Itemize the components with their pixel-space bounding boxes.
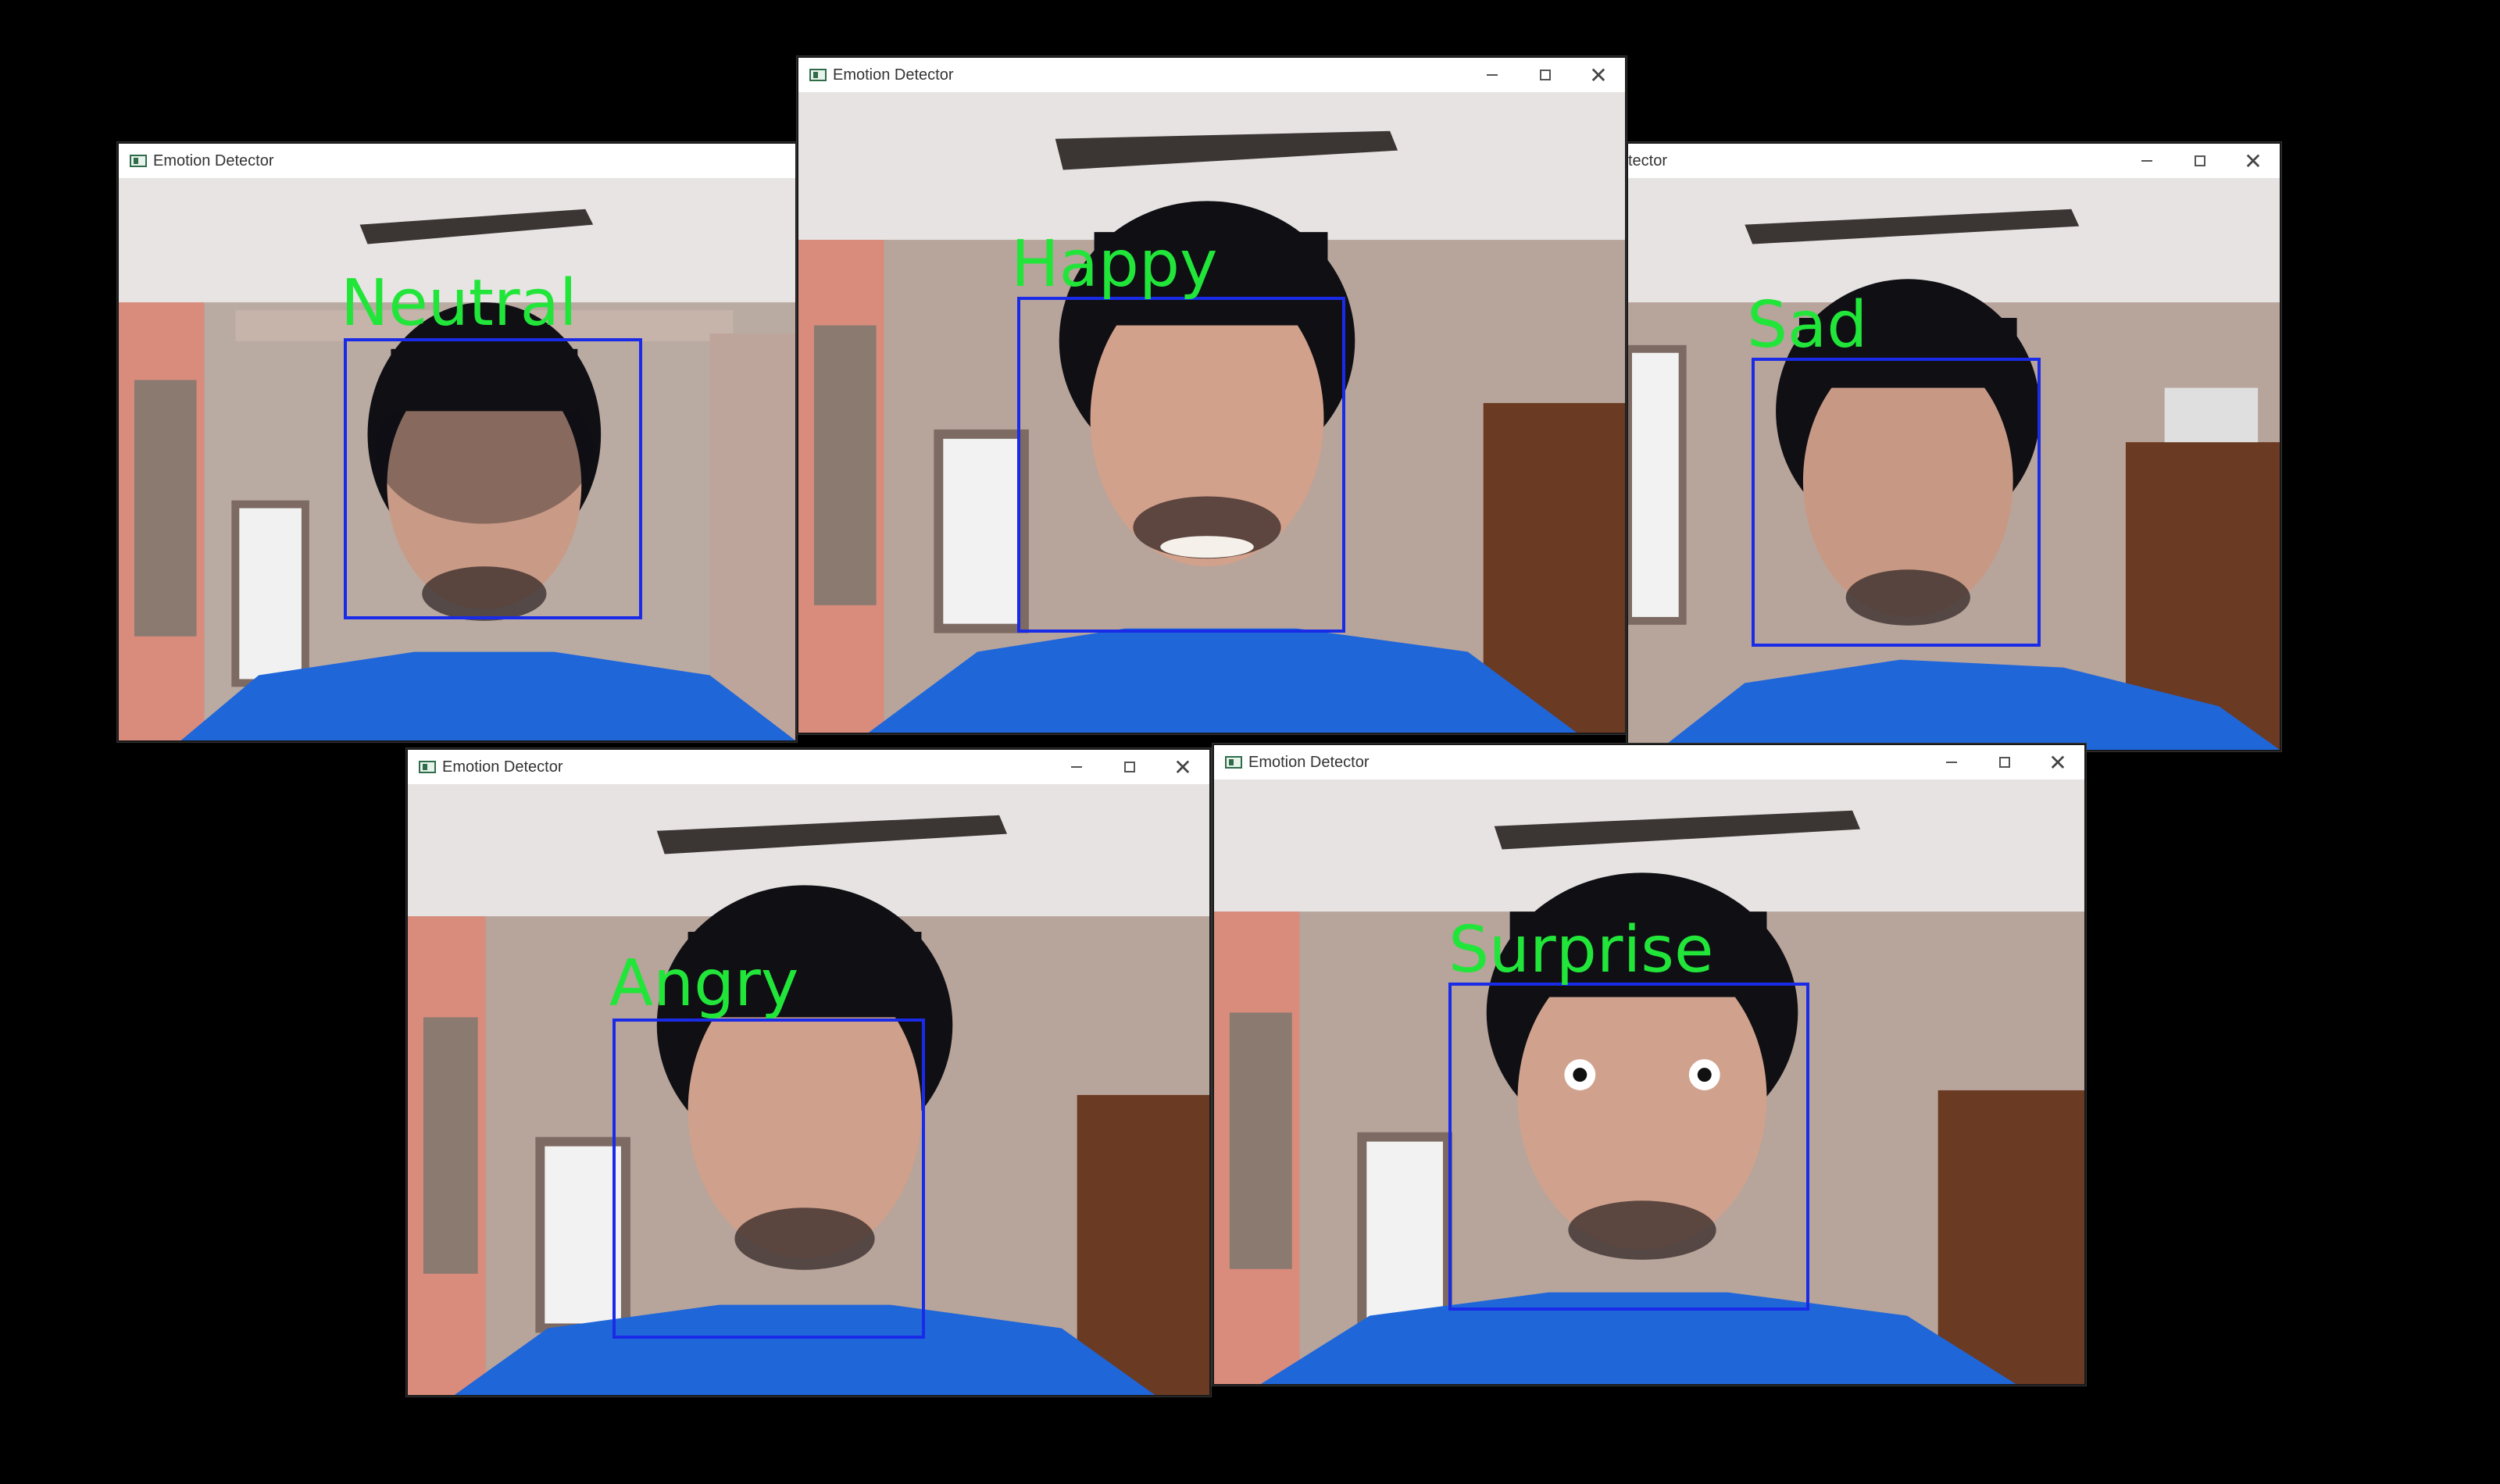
window-surprise[interactable]: Emotion Detector ✕ Surprise [1212, 744, 2086, 1386]
emotion-label: Surprise [1448, 913, 1714, 987]
camera-feed: Sad [1628, 178, 2280, 750]
minimize-icon[interactable] [1925, 745, 1978, 779]
window-title: Emotion Detector [1248, 753, 1370, 771]
window-title: tector [1628, 152, 1668, 169]
close-icon[interactable]: ✕ [2227, 144, 2280, 178]
maximize-icon[interactable] [1103, 750, 1156, 784]
title-bar[interactable]: Emotion Detector ✕ [1214, 745, 2084, 779]
window-title: Emotion Detector [442, 758, 563, 776]
window-happy[interactable]: Emotion Detector ✕ Happy [797, 56, 1627, 734]
maximize-icon[interactable] [1978, 745, 2031, 779]
camera-feed: Happy [798, 92, 1625, 733]
window-title: Emotion Detector [153, 152, 274, 169]
minimize-icon[interactable] [1466, 58, 1519, 92]
maximize-icon[interactable] [2173, 144, 2227, 178]
title-bar[interactable]: Emotion Detector ✕ [798, 58, 1625, 92]
emotion-label: Angry [609, 947, 799, 1021]
window-title: Emotion Detector [833, 66, 954, 84]
window-neutral[interactable]: Emotion Detector Neutral [117, 142, 797, 742]
minimize-icon[interactable] [1050, 750, 1103, 784]
emotion-label: Neutral [341, 266, 577, 341]
app-window-icon [1225, 756, 1242, 769]
app-window-icon [809, 69, 827, 81]
face-bounding-box [1448, 983, 1809, 1311]
title-bar[interactable]: tector ✕ [1628, 144, 2280, 178]
app-window-icon [419, 761, 436, 773]
face-bounding-box [1752, 358, 2041, 647]
window-angry[interactable]: Emotion Detector ✕ Angry [406, 748, 1211, 1397]
close-icon[interactable]: ✕ [2031, 745, 2084, 779]
camera-feed: Angry [408, 784, 1209, 1395]
emotion-label: Sad [1747, 288, 1868, 362]
maximize-icon[interactable] [1519, 58, 1572, 92]
app-window-icon [130, 155, 147, 167]
face-bounding-box [344, 338, 642, 619]
face-bounding-box [1017, 297, 1345, 633]
minimize-icon[interactable] [2120, 144, 2173, 178]
title-bar[interactable]: Emotion Detector [119, 144, 795, 178]
window-sad[interactable]: tector ✕ Sad [1627, 142, 2281, 751]
emotion-label: Happy [1011, 227, 1218, 301]
camera-feed: Neutral [119, 178, 795, 740]
camera-feed: Surprise [1214, 779, 2084, 1384]
face-bounding-box [612, 1018, 925, 1339]
close-icon[interactable]: ✕ [1156, 750, 1209, 784]
title-bar[interactable]: Emotion Detector ✕ [408, 750, 1209, 784]
close-icon[interactable]: ✕ [1572, 58, 1625, 92]
